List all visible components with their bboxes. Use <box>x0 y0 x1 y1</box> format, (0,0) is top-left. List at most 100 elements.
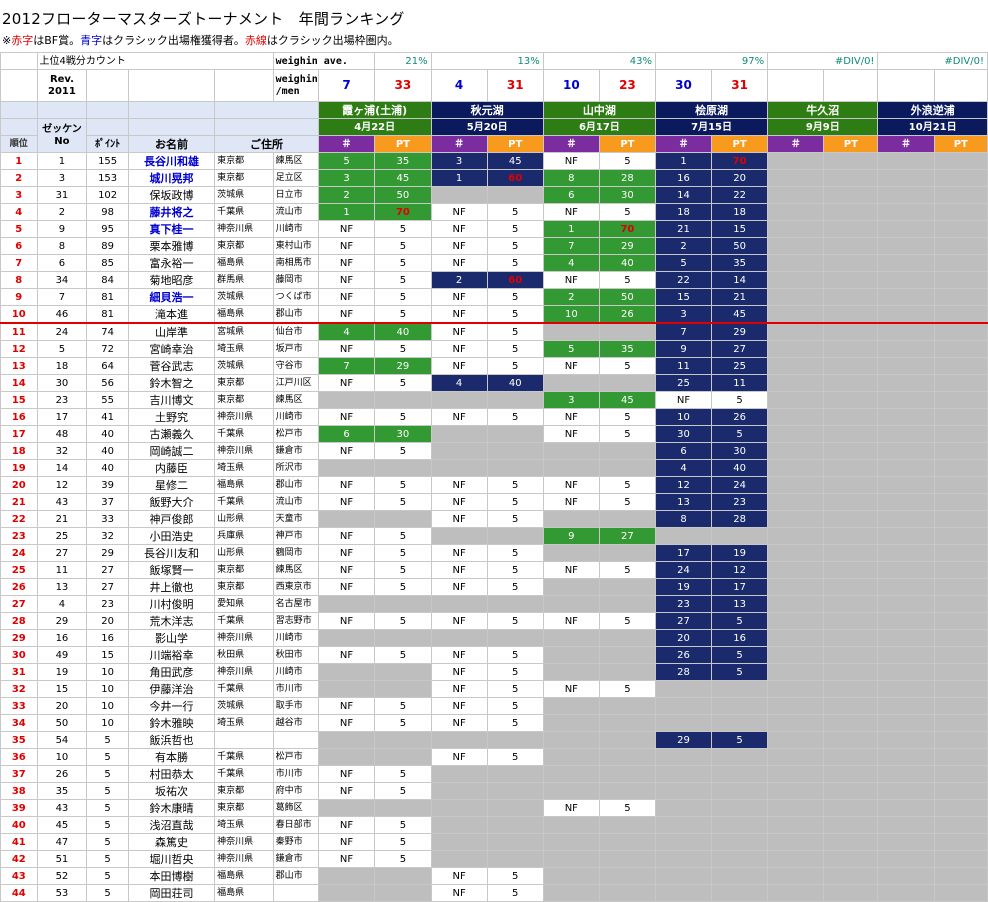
position-cell-2[interactable]: NF <box>430 288 488 306</box>
city-cell[interactable]: 所沢市 <box>272 459 319 477</box>
city-cell[interactable]: 川崎市 <box>272 220 319 238</box>
name-cell[interactable]: 有本勝 <box>127 748 216 766</box>
rank-cell[interactable]: 4 <box>0 203 38 221</box>
pt-cell-4[interactable]: 20 <box>711 169 769 187</box>
rank-cell[interactable]: 7 <box>0 254 38 272</box>
position-cell-4[interactable] <box>654 748 713 766</box>
header-cell-blank[interactable] <box>214 101 319 119</box>
pt-cell-4[interactable] <box>711 527 769 545</box>
position-cell-5[interactable] <box>767 425 825 443</box>
pt-cell-4[interactable]: 5 <box>711 663 769 681</box>
position-cell-4[interactable]: 11 <box>654 357 713 375</box>
position-cell-2[interactable] <box>430 782 488 800</box>
pt-cell-4[interactable]: 45 <box>711 305 769 324</box>
position-cell-2[interactable] <box>430 850 488 868</box>
position-cell-1[interactable] <box>317 595 376 613</box>
position-cell-5[interactable] <box>767 646 825 664</box>
pt-cell-2[interactable]: 45 <box>486 152 544 170</box>
pt-cell-4[interactable]: 21 <box>711 288 769 306</box>
pt-cell-1[interactable]: 5 <box>374 612 432 630</box>
pt-cell-6[interactable] <box>933 629 988 647</box>
rank-cell[interactable]: 28 <box>0 612 38 630</box>
position-cell-1[interactable]: NF <box>317 493 376 511</box>
pt-cell-5[interactable] <box>823 697 879 715</box>
pt-cell-4[interactable]: 19 <box>711 544 769 562</box>
position-cell-1[interactable] <box>317 680 376 698</box>
pt-cell-3[interactable]: 70 <box>598 220 656 238</box>
position-cell-6[interactable] <box>877 867 935 885</box>
position-cell-6[interactable] <box>877 833 935 851</box>
points-cell[interactable]: 5 <box>86 799 129 817</box>
points-cell[interactable]: 98 <box>86 203 129 221</box>
pt-cell-1[interactable]: 5 <box>374 476 432 494</box>
pt-cell-1[interactable]: 5 <box>374 714 432 732</box>
pt-cell-2[interactable]: 5 <box>486 544 544 562</box>
prefecture-cell[interactable]: 千葉県 <box>214 612 274 630</box>
position-cell-3[interactable] <box>542 578 600 596</box>
pt-cell-1[interactable]: 5 <box>374 646 432 664</box>
pt-cell-3[interactable] <box>598 442 656 460</box>
position-cell-5[interactable] <box>767 833 825 851</box>
points-cell[interactable]: 72 <box>86 340 129 358</box>
position-cell-2[interactable]: 2 <box>430 271 488 289</box>
col-header-points[interactable]: ﾎﾟｲﾝﾄ <box>86 135 129 153</box>
position-cell-1[interactable]: NF <box>317 442 376 460</box>
rank-cell[interactable]: 23 <box>0 527 38 545</box>
position-cell-4[interactable]: 14 <box>654 186 713 204</box>
bib-cell[interactable]: 54 <box>36 731 88 749</box>
pt-cell-2[interactable] <box>486 442 544 460</box>
header-cell-blank[interactable] <box>127 118 216 136</box>
header-cell-blank[interactable] <box>214 118 319 136</box>
position-cell-5[interactable] <box>767 884 825 902</box>
prefecture-cell[interactable]: 千葉県 <box>214 493 274 511</box>
position-cell-1[interactable]: 3 <box>317 169 376 187</box>
pt-cell-6[interactable] <box>933 561 988 579</box>
city-cell[interactable]: 府中市 <box>272 782 319 800</box>
pt-cell-6[interactable] <box>933 357 988 375</box>
rank-cell[interactable]: 26 <box>0 578 38 596</box>
position-cell-3[interactable]: NF <box>542 476 600 494</box>
points-cell[interactable]: 81 <box>86 305 129 324</box>
bib-cell[interactable]: 7 <box>36 288 88 306</box>
pt-cell-5[interactable] <box>823 561 879 579</box>
position-cell-4[interactable]: 16 <box>654 169 713 187</box>
pt-cell-4[interactable]: 17 <box>711 578 769 596</box>
points-cell[interactable]: 95 <box>86 220 129 238</box>
points-cell[interactable]: 5 <box>86 782 129 800</box>
position-cell-6[interactable] <box>877 680 935 698</box>
pt-cell-4[interactable]: 26 <box>711 408 769 426</box>
prefecture-cell[interactable]: 東京都 <box>214 782 274 800</box>
rank-cell[interactable]: 6 <box>0 237 38 255</box>
position-cell-1[interactable] <box>317 748 376 766</box>
position-cell-4[interactable]: 8 <box>654 510 713 528</box>
position-cell-3[interactable] <box>542 697 600 715</box>
weighin-count-5[interactable] <box>767 69 825 102</box>
position-cell-4[interactable]: 10 <box>654 408 713 426</box>
pt-cell-6[interactable] <box>933 510 988 528</box>
position-cell-6[interactable] <box>877 731 935 749</box>
position-cell-2[interactable]: NF <box>430 322 488 341</box>
pt-cell-1[interactable]: 5 <box>374 220 432 238</box>
header-cell-blank[interactable] <box>0 69 38 102</box>
pt-cell-1[interactable]: 50 <box>374 186 432 204</box>
position-cell-2[interactable]: NF <box>430 867 488 885</box>
name-cell[interactable]: 宮崎幸治 <box>127 340 216 358</box>
city-cell[interactable]: 坂戸市 <box>272 340 319 358</box>
pt-cell-6[interactable] <box>933 731 988 749</box>
pt-cell-4[interactable] <box>711 799 769 817</box>
position-cell-5[interactable] <box>767 782 825 800</box>
name-cell[interactable]: 飯浜哲也 <box>127 731 216 749</box>
pt-cell-3[interactable]: 45 <box>598 391 656 409</box>
name-cell[interactable]: 山岸準 <box>127 322 216 341</box>
position-cell-5[interactable] <box>767 595 825 613</box>
position-cell-2[interactable]: NF <box>430 544 488 562</box>
header-cell-blank[interactable] <box>86 118 129 136</box>
position-cell-5[interactable] <box>767 714 825 732</box>
header-cell-blank[interactable] <box>0 118 38 136</box>
pt-cell-1[interactable]: 5 <box>374 578 432 596</box>
points-cell[interactable]: 23 <box>86 595 129 613</box>
position-cell-5[interactable] <box>767 237 825 255</box>
position-cell-4[interactable]: 17 <box>654 544 713 562</box>
position-cell-6[interactable] <box>877 152 935 170</box>
pt-cell-3[interactable]: 5 <box>598 493 656 511</box>
